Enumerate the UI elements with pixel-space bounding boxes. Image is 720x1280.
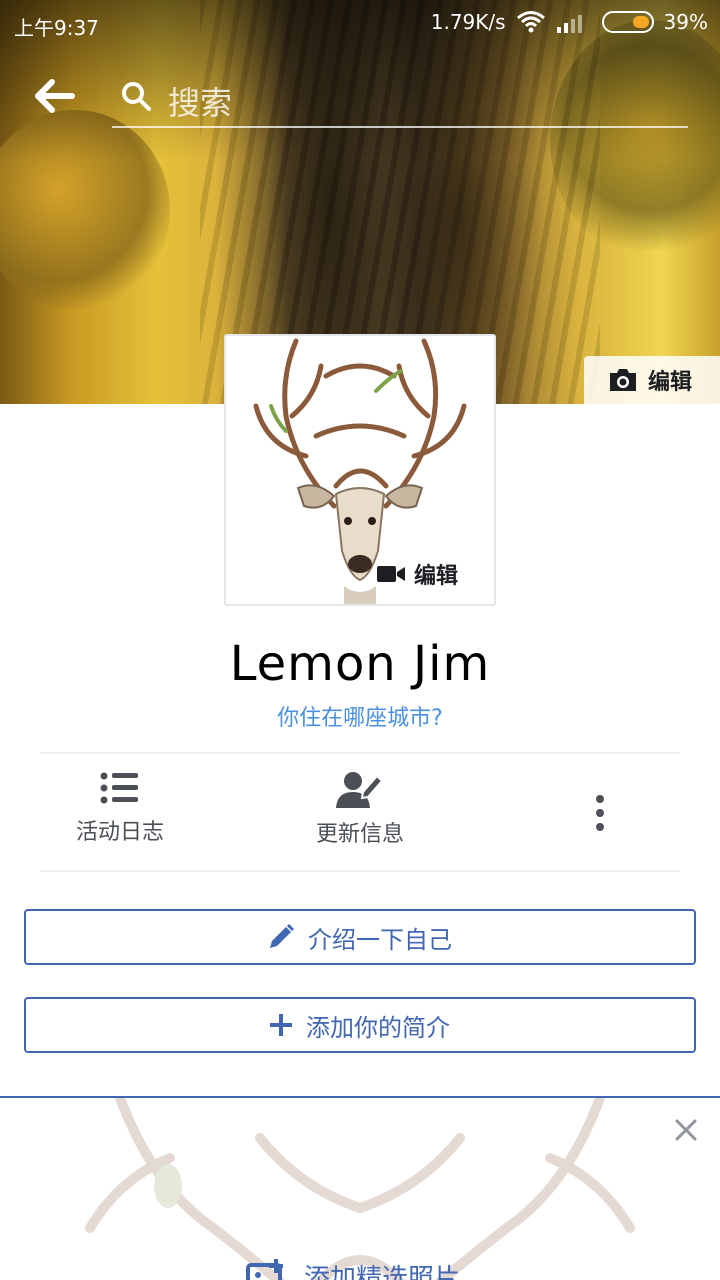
close-icon[interactable] — [674, 1118, 698, 1142]
more-options-button[interactable] — [520, 770, 680, 870]
battery-percent: 39% — [663, 10, 708, 34]
activity-log-label: 活动日志 — [75, 820, 164, 845]
search-placeholder: 搜索 — [168, 84, 233, 122]
more-vertical-icon — [596, 795, 604, 831]
status-indicators: 1.79K/s 39% — [431, 10, 708, 34]
video-camera-icon — [377, 566, 405, 582]
add-bio-label: 添加你的简介 — [306, 1013, 450, 1042]
introduce-yourself-label: 介绍一下自己 — [308, 925, 452, 954]
pencil-icon — [270, 924, 294, 948]
city-prompt-link[interactable]: 你住在哪座城市? — [0, 700, 720, 732]
update-info-button[interactable]: 更新信息 — [280, 770, 440, 870]
edit-profile-picture-button[interactable]: 编辑 — [376, 558, 458, 590]
search-bar[interactable]: 搜索 — [112, 70, 688, 128]
list-icon — [100, 772, 138, 804]
status-bar: 上午9:37 1.79K/s 39% — [0, 0, 720, 48]
status-time: 上午9:37 — [14, 16, 99, 40]
add-featured-photos-label: 添加精选照片 — [304, 1264, 461, 1280]
magnifier-icon — [122, 82, 151, 111]
wifi-icon — [516, 11, 545, 33]
add-featured-photos-button[interactable]: 添加精选照片 — [246, 1258, 460, 1280]
profile-name: Lemon Jim — [229, 636, 491, 692]
battery-level — [632, 16, 649, 28]
edit-profile-icon — [336, 772, 384, 808]
featured-photos-card: 添加精选照片 — [0, 1096, 720, 1280]
camera-icon — [610, 369, 636, 391]
signal-icon — [556, 15, 582, 33]
activity-log-button[interactable]: 活动日志 — [40, 770, 200, 870]
edit-cover-label: 编辑 — [648, 370, 693, 395]
plus-icon — [270, 1014, 292, 1036]
add-bio-button[interactable]: 添加你的简介 — [24, 997, 696, 1053]
battery-icon — [601, 11, 654, 33]
profile-picture[interactable]: 编辑 — [224, 334, 496, 606]
divider-bottom — [40, 870, 680, 872]
arrow-left-icon[interactable] — [32, 76, 78, 116]
add-photo-icon — [246, 1258, 283, 1280]
divider-top — [40, 752, 680, 754]
introduce-yourself-button[interactable]: 介绍一下自己 — [24, 909, 696, 965]
edit-profile-picture-label: 编辑 — [414, 564, 459, 589]
featured-background-illustration — [85, 1098, 635, 1280]
network-speed: 1.79K/s — [430, 10, 506, 34]
edit-cover-button[interactable]: 编辑 — [584, 356, 720, 404]
update-info-label: 更新信息 — [315, 822, 404, 847]
